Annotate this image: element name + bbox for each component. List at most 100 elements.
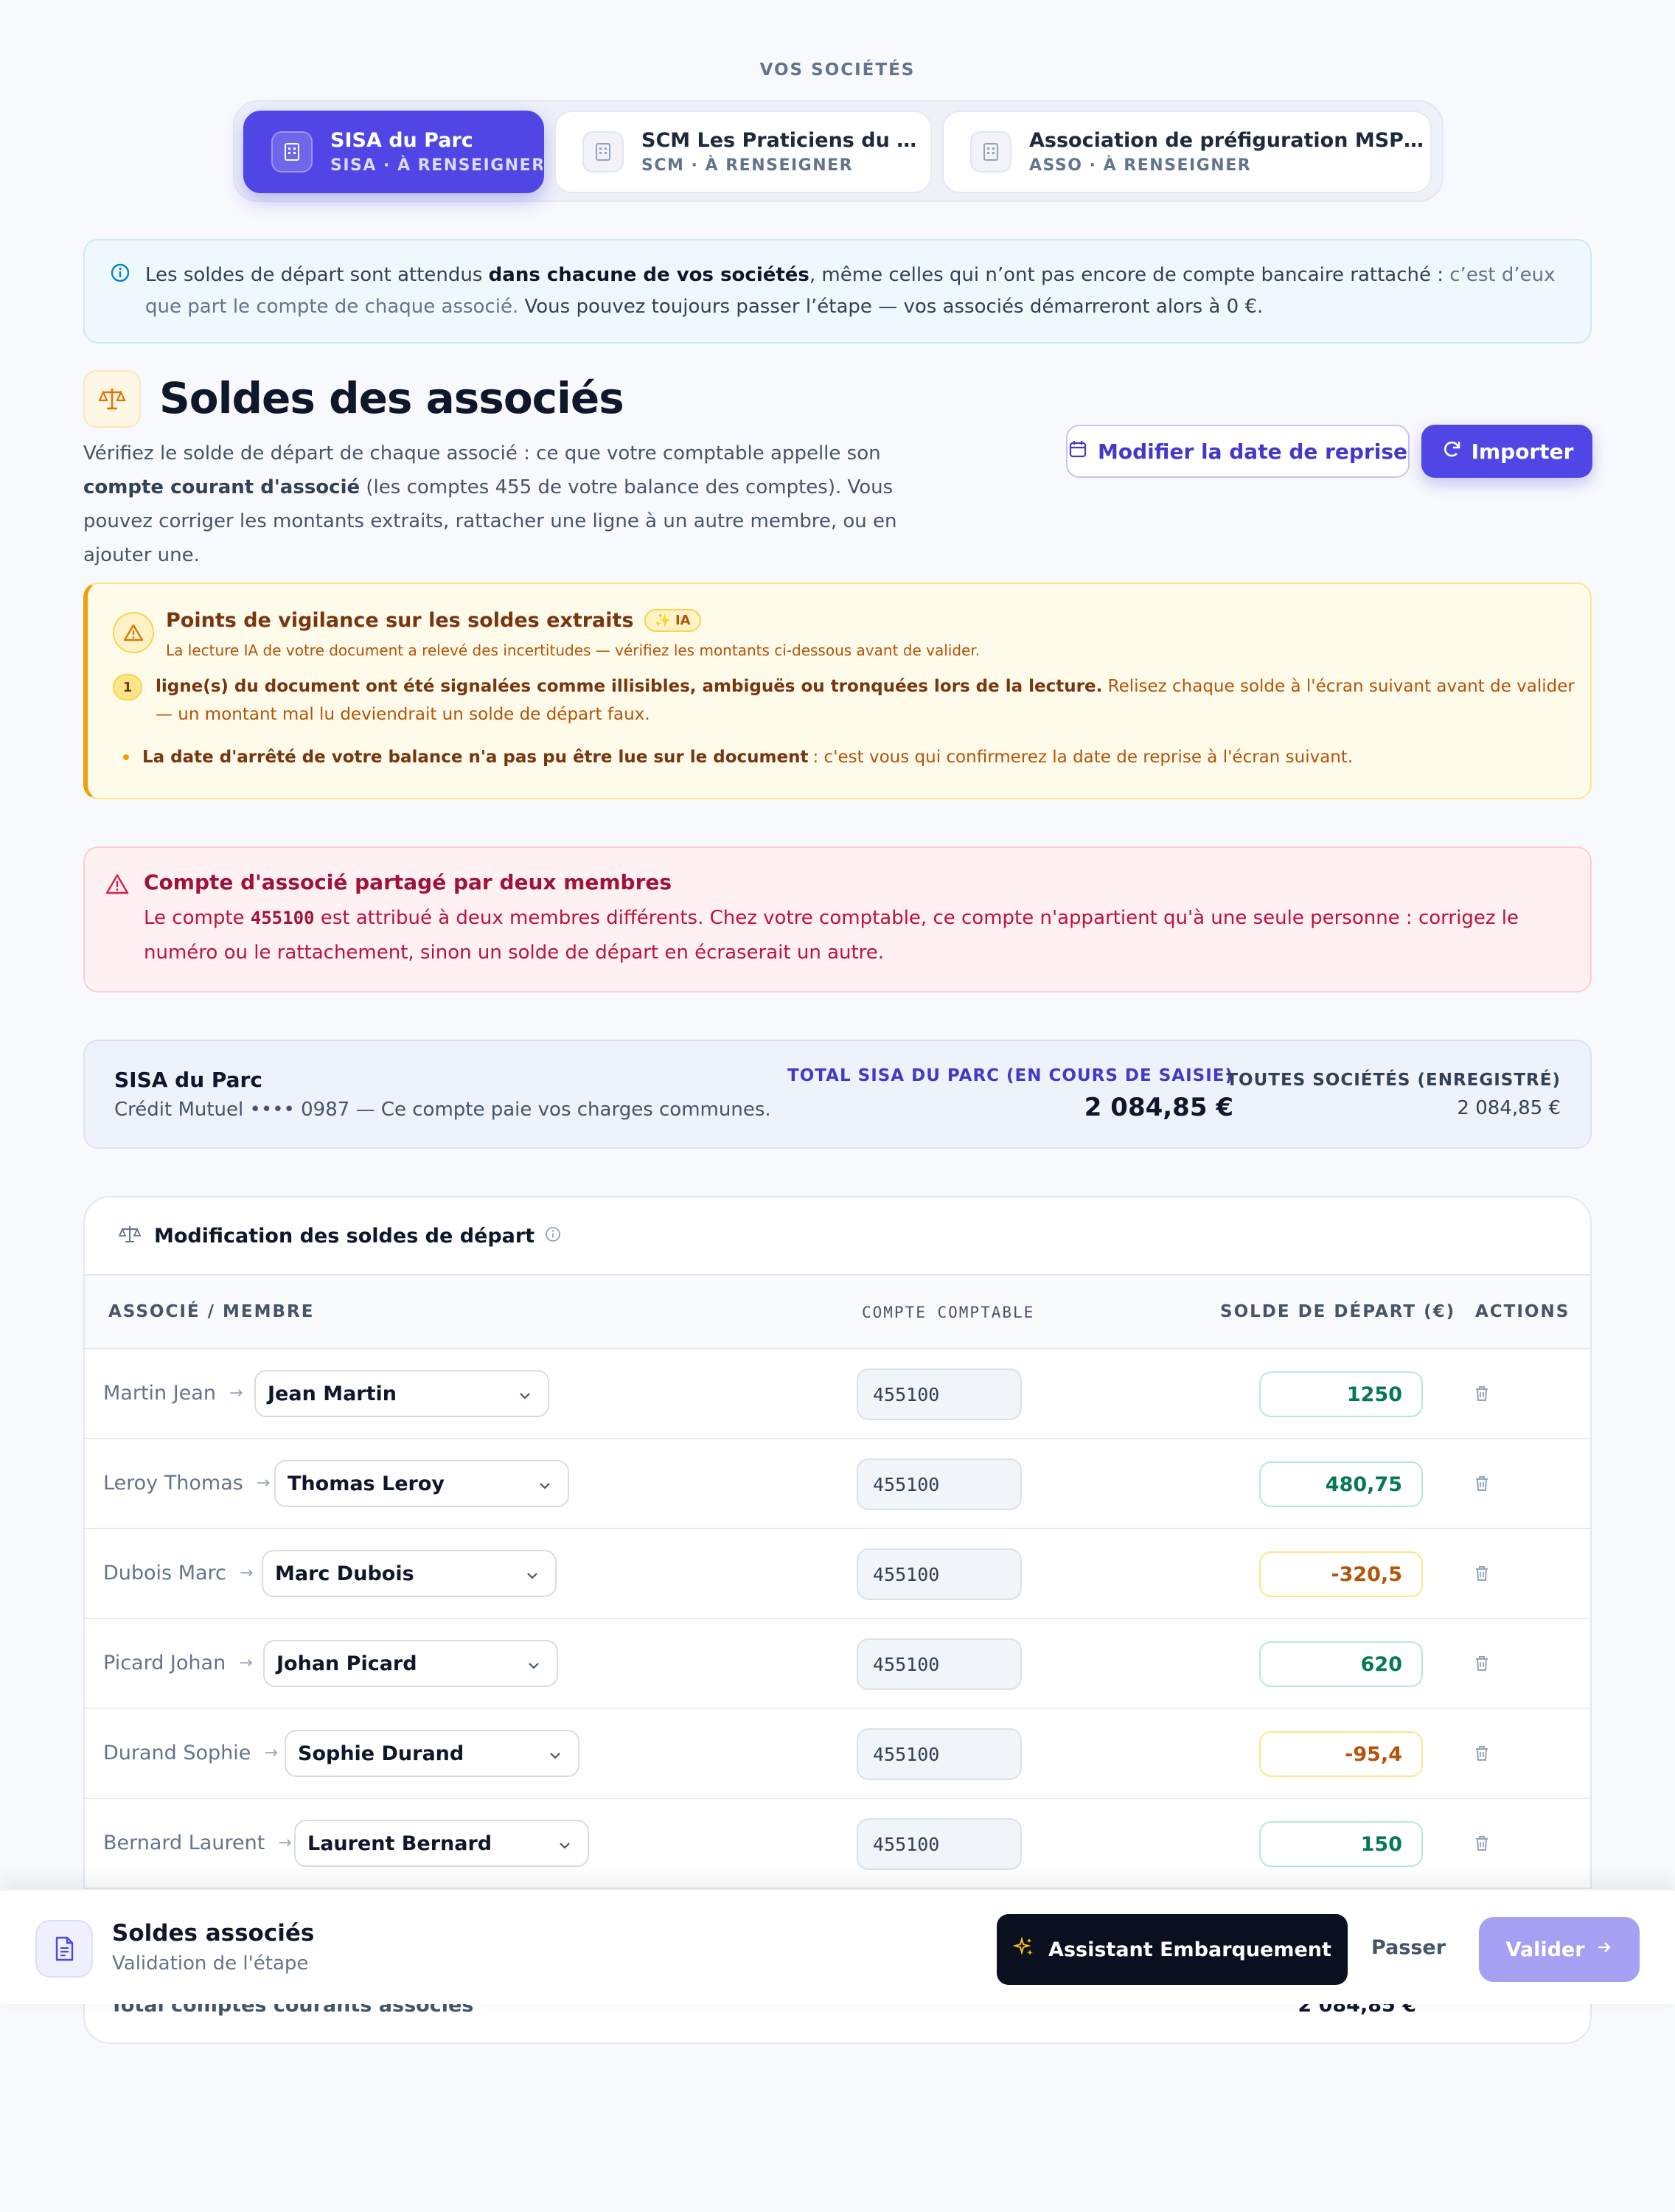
arrow-right-icon — [1595, 1938, 1613, 1961]
chevron-down-icon — [526, 1656, 542, 1679]
summary-all-label: TOUTES SOCIÉTÉS (ENREGISTRÉ) — [1226, 1071, 1561, 1090]
summary-company-name: SISA du Parc — [114, 1068, 262, 1092]
tab-company-scm[interactable]: SCM Les Praticiens du Parc SCM · À RENSE… — [554, 111, 932, 193]
chevron-down-icon — [557, 1836, 573, 1859]
vigilance-title: Points de vigilance sur les soldes extra… — [166, 609, 701, 632]
member-select[interactable]: Johan Picard — [263, 1640, 558, 1687]
arrow-right-icon: → — [239, 1564, 254, 1582]
page-description: Vérifiez le solde de départ de chaque as… — [83, 442, 897, 566]
amount-input[interactable]: 150 — [1259, 1821, 1423, 1867]
scale-icon — [83, 370, 141, 428]
tab-company-status: SCM · À RENSEIGNER — [641, 156, 854, 175]
table-header: Modification des soldes de départ — [85, 1197, 1590, 1276]
error-text: Le compte 455100 est attribué à deux mem… — [144, 907, 1519, 964]
warning-icon — [113, 612, 154, 653]
member-select[interactable]: Laurent Bernard — [294, 1820, 589, 1867]
arrow-right-icon: → — [229, 1384, 243, 1402]
summary-total-value: 2 084,85 € — [1084, 1093, 1233, 1122]
account-input[interactable]: 455100 — [857, 1548, 1022, 1600]
tab-company-name: SCM Les Praticiens du Parc — [641, 129, 930, 152]
sparkle-icon — [1012, 1935, 1035, 1964]
chevron-down-icon — [517, 1386, 533, 1409]
import-button[interactable]: Importer — [1421, 425, 1592, 478]
arrow-right-icon: → — [264, 1744, 278, 1762]
validate-button[interactable]: Valider — [1479, 1917, 1640, 1982]
table-column-headers: ASSOCIÉ / MEMBRE COMPTE COMPTABLE SOLDE … — [85, 1276, 1590, 1349]
info-icon — [110, 262, 130, 286]
table-row: Durand Sophie → Sophie Durand 455100 -95,… — [85, 1709, 1590, 1799]
companies-title: VOS SOCIÉTÉS — [759, 60, 916, 80]
member-select[interactable]: Sophie Durand — [285, 1730, 579, 1777]
ia-badge: ✨ IA — [644, 609, 701, 632]
summary-total-label: TOTAL SISA DU PARC (EN COURS DE SAISIE) — [787, 1066, 1233, 1085]
vigilance-item: La date d'arrêté de votre balance n'a pa… — [113, 748, 1353, 767]
sparkle-icon: ✨ — [654, 613, 671, 628]
original-name: Picard Johan → — [103, 1652, 253, 1674]
step-subtitle: Validation de l'étape — [112, 1952, 309, 1975]
arrow-right-icon: → — [256, 1474, 271, 1492]
edit-date-button[interactable]: Modifier la date de reprise — [1066, 425, 1410, 478]
vigilance-subtitle: La lecture IA de votre document a relevé… — [166, 641, 981, 659]
column-header-account: COMPTE COMPTABLE — [862, 1304, 1035, 1321]
trash-icon[interactable] — [1474, 1834, 1490, 1855]
member-select[interactable]: Thomas Leroy — [274, 1460, 569, 1507]
chevron-down-icon — [524, 1566, 540, 1589]
vigilance-panel: Points de vigilance sur les soldes extra… — [83, 582, 1592, 799]
tab-company-name: Association de préfiguration MSP d... — [1029, 129, 1427, 152]
account-input[interactable]: 455100 — [857, 1638, 1022, 1690]
table-row: Martin Jean → Jean Martin 455100 1250 — [85, 1349, 1590, 1439]
trash-icon[interactable] — [1474, 1475, 1490, 1495]
validate-label: Valider — [1505, 1938, 1585, 1961]
step-title: Soldes associés — [112, 1920, 315, 1947]
page-title: Soldes des associés — [159, 373, 624, 423]
amount-input[interactable]: -95,4 — [1259, 1731, 1423, 1777]
table-row: Picard Johan → Johan Picard 455100 620 — [85, 1619, 1590, 1709]
amount-input[interactable]: 480,75 — [1259, 1461, 1423, 1507]
assistant-button[interactable]: Assistant Embarquement — [997, 1914, 1348, 1985]
vigilance-item: 1 ligne(s) du document ont été signalées… — [113, 672, 1580, 728]
member-select[interactable]: Jean Martin — [254, 1370, 549, 1417]
original-name: Durand Sophie → — [103, 1742, 278, 1764]
scale-icon — [118, 1224, 142, 1248]
amount-input[interactable]: -320,5 — [1259, 1551, 1423, 1597]
arrow-right-icon: → — [278, 1834, 292, 1852]
document-icon — [35, 1920, 93, 1978]
info-text: Les soldes de départ sont attendus dans … — [145, 264, 1556, 318]
account-input[interactable]: 455100 — [857, 1368, 1022, 1420]
company-tabs: SISA du Parc SISA · À RENSEIGNER SCM Les… — [233, 100, 1444, 202]
company-summary: SISA du Parc Crédit Mutuel •••• 0987 — C… — [83, 1040, 1592, 1149]
error-panel: Compte d'associé partagé par deux membre… — [83, 846, 1592, 992]
member-select[interactable]: Marc Dubois — [262, 1550, 557, 1597]
trash-icon[interactable] — [1474, 1565, 1490, 1585]
tab-company-name: SISA du Parc — [330, 129, 473, 152]
count-badge: 1 — [113, 674, 142, 700]
alert-triangle-icon — [105, 873, 129, 898]
tab-company-sisa[interactable]: SISA du Parc SISA · À RENSEIGNER — [243, 111, 544, 193]
account-input[interactable]: 455100 — [857, 1728, 1022, 1780]
trash-icon[interactable] — [1474, 1385, 1490, 1405]
amount-input[interactable]: 620 — [1259, 1641, 1423, 1687]
account-input[interactable]: 455100 — [857, 1818, 1022, 1870]
account-input[interactable]: 455100 — [857, 1458, 1022, 1510]
trash-icon[interactable] — [1474, 1745, 1490, 1765]
building-icon — [970, 131, 1011, 173]
table-row: Dubois Marc → Marc Dubois 455100 -320,5 — [85, 1529, 1590, 1619]
original-name: Dubois Marc → — [103, 1562, 254, 1585]
original-name: Martin Jean → — [103, 1382, 243, 1405]
column-header-member: ASSOCIÉ / MEMBRE — [108, 1302, 315, 1321]
amount-input[interactable]: 1250 — [1259, 1371, 1423, 1417]
calendar-icon — [1068, 439, 1087, 464]
table-title: Modification des soldes de départ — [154, 1224, 535, 1248]
skip-button[interactable]: Passer — [1371, 1936, 1446, 1959]
tab-company-status: SISA · À RENSEIGNER — [330, 156, 543, 175]
trash-icon[interactable] — [1474, 1655, 1490, 1675]
column-header-actions: ACTIONS — [1475, 1302, 1570, 1321]
table-row: Bernard Laurent → Laurent Bernard 455100 … — [85, 1799, 1590, 1889]
chevron-down-icon — [537, 1476, 553, 1499]
info-icon[interactable] — [545, 1226, 561, 1245]
error-title: Compte d'associé partagé par deux membre… — [144, 870, 672, 894]
arrow-right-icon: → — [239, 1654, 253, 1672]
tab-company-asso[interactable]: Association de préfiguration MSP d... AS… — [942, 111, 1432, 193]
bottom-action-bar: Soldes associés Validation de l'étape As… — [0, 1889, 1675, 2004]
edit-date-label: Modifier la date de reprise — [1097, 439, 1408, 464]
